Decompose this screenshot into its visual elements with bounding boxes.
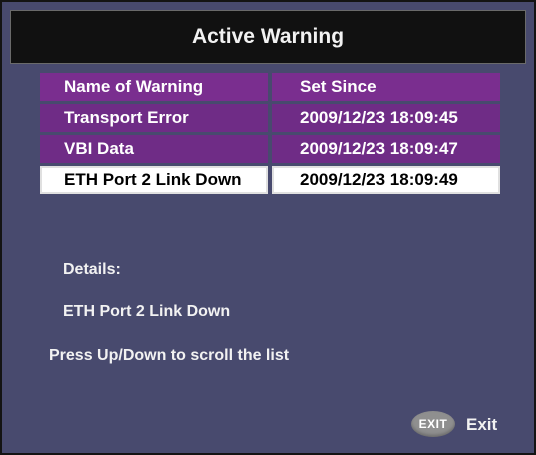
column-header-name: Name of Warning [40,73,268,101]
details-label: Details: [63,261,121,278]
column-header-set-since: Set Since [272,73,500,101]
page-title: Active Warning [191,25,345,48]
table-row[interactable]: Transport Error 2009/12/23 18:09:45 [40,104,500,132]
warning-time-cell: 2009/12/23 18:09:47 [272,135,500,163]
warning-name-cell: ETH Port 2 Link Down [40,166,268,194]
table-row[interactable]: VBI Data 2009/12/23 18:09:47 [40,135,500,163]
exit-key-icon[interactable]: EXIT [411,411,455,437]
scroll-hint: Press Up/Down to scroll the list [49,347,290,364]
warning-time-cell: 2009/12/23 18:09:45 [272,104,500,132]
table-row-selected[interactable]: ETH Port 2 Link Down 2009/12/23 18:09:49 [40,166,500,194]
warning-name-cell: VBI Data [40,135,268,163]
warning-time-cell: 2009/12/23 18:09:49 [272,166,500,194]
warning-screen: Active Warning Name of Warning Set Since… [0,0,536,455]
warning-name-cell: Transport Error [40,104,268,132]
title-bar: Active Warning [10,10,526,64]
table-header-row: Name of Warning Set Since [40,73,500,101]
warning-table: Name of Warning Set Since Transport Erro… [40,73,500,197]
exit-label[interactable]: Exit [466,415,497,435]
details-value: ETH Port 2 Link Down [63,303,231,320]
